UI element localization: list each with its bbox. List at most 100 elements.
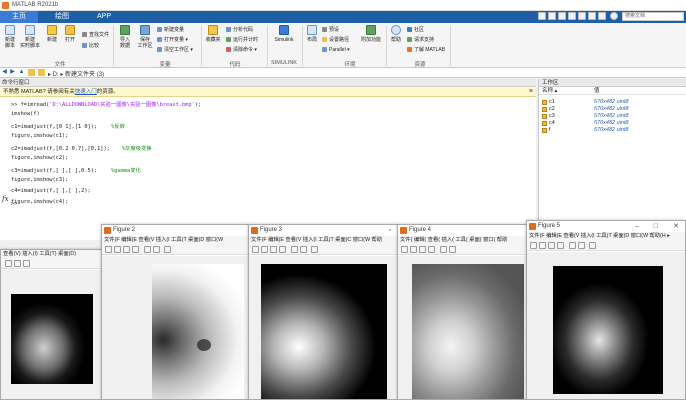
favorites-button[interactable]: 收藏夹 [203, 25, 223, 43]
print-icon[interactable] [557, 242, 564, 249]
analyze-code-button[interactable]: 分析代码 [226, 27, 253, 33]
workspace-row[interactable]: c1 570x482 uint8 [539, 99, 686, 106]
save-icon[interactable] [538, 12, 546, 20]
window-minimize-icon[interactable]: ▫ [389, 225, 391, 236]
clear-workspace-button[interactable]: 清空工作区 ▾ [157, 47, 193, 53]
request-support-button[interactable]: 请求支持 [407, 37, 434, 43]
browse-folder-icon[interactable] [28, 69, 35, 76]
new-button[interactable]: 新建 [42, 25, 62, 43]
switch-windows-icon[interactable] [598, 12, 606, 20]
cut-icon[interactable] [548, 12, 556, 20]
zoom-icon[interactable] [569, 242, 576, 249]
forward-icon[interactable]: ▶ [9, 69, 16, 76]
function-browser-icon[interactable]: fx [2, 195, 9, 203]
maximize-icon[interactable]: □ [654, 221, 658, 232]
tab-home[interactable]: 主页 [0, 11, 38, 23]
new-live-script-button[interactable]: 新建 实时脚本 [20, 25, 40, 49]
undo-icon[interactable] [578, 12, 586, 20]
workspace-row[interactable]: c3 570x482 uint8 [539, 113, 686, 120]
figure-5-window[interactable]: Figure 5 – □ ✕ 文件(F 编辑(E 查看(V 插入(I 工具(T … [526, 220, 686, 400]
save-icon[interactable] [123, 246, 130, 253]
back-icon[interactable]: ◀ [1, 69, 8, 76]
new-figure-icon[interactable] [105, 246, 112, 253]
legend-icon[interactable] [589, 242, 596, 249]
new-variable-button[interactable]: 新建变量 [157, 27, 184, 33]
clear-commands-button[interactable]: 清除命令 ▾ [226, 47, 257, 53]
zoom-icon[interactable] [291, 246, 298, 253]
notice-text: 不熟悉 MATLAB? 请参阅有关 [3, 89, 75, 95]
layout-button[interactable]: 布局 [302, 25, 322, 43]
command-window[interactable]: >> f=imread('D:\ALLDOWNLOAD\实验一图像\实验一图像\… [0, 97, 536, 240]
figure-menu[interactable]: 查看(V) 插入(I) 工具(T) 桌面(D) [1, 250, 101, 259]
figure-1-window[interactable]: 查看(V) 插入(I) 工具(T) 桌面(D) [0, 249, 102, 400]
prompt[interactable]: >> [11, 201, 17, 207]
workspace-row[interactable]: f 570x482 uint8 [539, 127, 686, 134]
compare-button[interactable]: 比较 [82, 43, 99, 49]
save-workspace-button[interactable]: 保存 工作区 [135, 25, 155, 49]
new-figure-icon[interactable] [401, 246, 408, 253]
print-icon[interactable] [279, 246, 286, 253]
open-icon[interactable] [539, 242, 546, 249]
copy-icon[interactable] [558, 12, 566, 20]
open-icon[interactable] [114, 246, 121, 253]
colorbar-icon[interactable] [153, 246, 160, 253]
up-folder-icon[interactable]: ▲ [18, 69, 25, 76]
open-icon[interactable] [410, 246, 417, 253]
toolbar-icon[interactable] [5, 260, 12, 267]
zoom-icon[interactable] [440, 246, 447, 253]
zoom-icon[interactable] [144, 246, 151, 253]
close-notice-icon[interactable]: × [529, 87, 533, 97]
colorbar-icon[interactable] [578, 242, 585, 249]
open-variable-button[interactable]: 打开变量 ▾ [157, 37, 188, 43]
figure-menu[interactable]: 文件(F 编辑(E 查看(V 插入(I 工具(T 桌面(D 窗口(W [102, 236, 248, 245]
save-icon[interactable] [270, 246, 277, 253]
open-button[interactable]: 打开 [60, 25, 80, 43]
search-documentation-input[interactable]: 搜索文档 [622, 12, 684, 21]
legend-icon[interactable] [311, 246, 318, 253]
toolbar-icon[interactable] [14, 260, 21, 267]
print-icon[interactable] [428, 246, 435, 253]
print-icon[interactable] [132, 246, 139, 253]
run-and-time-button[interactable]: 运行并计时 [226, 37, 258, 43]
figure-3-window[interactable]: Figure 3 ▫ 文件(F 编辑(E 查看(V 插入(I 工具(T 桌面(C … [248, 224, 398, 400]
workspace-row[interactable]: c2 570x482 uint8 [539, 106, 686, 113]
learn-matlab-button[interactable]: 了解 MATLAB [407, 47, 445, 53]
help-button[interactable]: 帮助 [386, 25, 406, 43]
import-data-button[interactable]: 导入 数据 [115, 25, 135, 49]
redo-icon[interactable] [588, 12, 596, 20]
add-ons-button[interactable]: 附加功能 [358, 25, 384, 43]
parallel-button[interactable]: Parallel ▾ [322, 47, 350, 53]
preferences-button[interactable]: 预设 [322, 27, 339, 33]
open-icon[interactable] [261, 246, 268, 253]
figure-menu[interactable]: 文件( 编辑( 查看( 插入( 工具( 桌面( 窗口( 帮助 [398, 236, 528, 245]
new-figure-icon[interactable] [252, 246, 259, 253]
column-name[interactable]: 名称 ▴ [542, 87, 557, 95]
tab-plots[interactable]: 绘图 [44, 11, 80, 23]
toolbar-icon[interactable] [23, 260, 30, 267]
paste-icon[interactable] [568, 12, 576, 20]
tab-apps[interactable]: APP [86, 11, 122, 23]
quick-start-link[interactable]: 快速入门 [75, 89, 97, 95]
figure-menu[interactable]: 文件(F 编辑(E 查看(V 插入(I 工具(T 桌面(D 窗口(W 帮助(H … [527, 232, 685, 241]
new-figure-icon[interactable] [530, 242, 537, 249]
figure-menu[interactable]: 文件(F 编辑(E 查看(V 插入(I 工具(T 桌面(C 窗口(W 帮助 [249, 236, 397, 245]
figure-4-window[interactable]: Figure 4 文件( 编辑( 查看( 插入( 工具( 桌面( 窗口( 帮助 [397, 224, 529, 400]
close-icon[interactable]: ✕ [673, 221, 679, 232]
colorbar-icon[interactable] [300, 246, 307, 253]
workspace-row[interactable]: c4 570x482 uint8 [539, 120, 686, 127]
column-value[interactable]: 值 [594, 87, 600, 95]
current-folder-path[interactable]: ▸ D: ▸ 新建文件夹 (3) [48, 69, 104, 78]
save-icon[interactable] [548, 242, 555, 249]
find-files-button[interactable]: 查找文件 [82, 32, 109, 38]
help-icon[interactable] [610, 12, 618, 20]
figure-2-window[interactable]: Figure 2 文件(F 编辑(E 查看(V 插入(I 工具(T 桌面(D 窗… [101, 224, 249, 400]
compare-label: 比较 [89, 43, 100, 49]
set-path-button[interactable]: 设置路径 [322, 37, 349, 43]
colorbar-icon[interactable] [449, 246, 456, 253]
new-script-button[interactable]: 新建 脚本 [0, 25, 20, 49]
legend-icon[interactable] [164, 246, 171, 253]
simulink-button[interactable]: Simulink [269, 25, 299, 43]
save-icon[interactable] [419, 246, 426, 253]
community-button[interactable]: 社区 [407, 27, 424, 33]
minimize-icon[interactable]: – [635, 221, 639, 232]
